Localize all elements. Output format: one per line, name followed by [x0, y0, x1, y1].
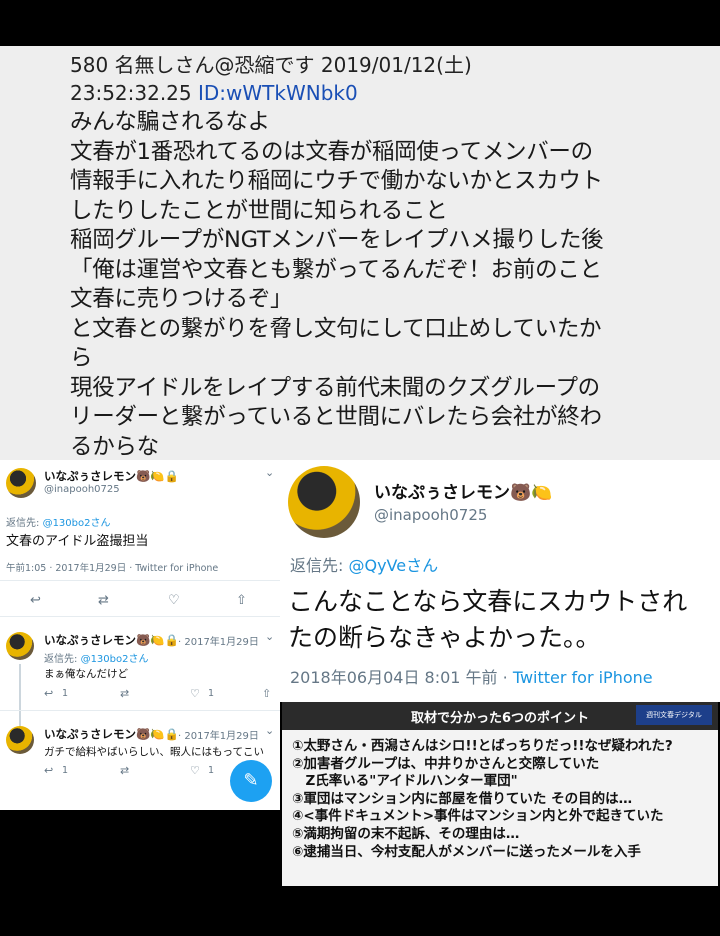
post-header-line: 580 名無しさん@恐縮です 2019/01/12(土) — [70, 53, 472, 77]
news-image: 取材で分かった6つのポイント 週刊文春デジタル ①太野さん・西潟さんはシロ!!と… — [282, 702, 718, 886]
user-name[interactable]: いなぷぅさレモン🐻🍋 — [374, 478, 552, 503]
divider — [0, 580, 280, 581]
tweet-text-line: こんなことなら文春にスカウトされ — [288, 587, 688, 616]
reply-to: 返信先: @130bo2さん — [6, 514, 110, 529]
news-banner: 取材で分かった6つのポイント 週刊文春デジタル — [282, 702, 718, 730]
tweet-date: · 2017年1月29日 — [178, 637, 259, 648]
reply-to-link[interactable]: @130bo2さん — [81, 654, 149, 665]
share-icon[interactable]: ⇧ — [262, 687, 271, 700]
avatar[interactable] — [6, 468, 36, 498]
post-header: 580 名無しさん@恐縮です 2019/01/12(土) 23:52:32.25… — [70, 51, 710, 107]
news-point: Z氏率いる"アイドルハンター軍団" — [292, 773, 518, 790]
reply-label: 返信先: — [6, 518, 43, 529]
user-name[interactable]: いなぷぅさレモン🐻🍋🔒 — [44, 632, 179, 648]
avatar[interactable] — [6, 632, 34, 660]
news-point: ④<事件ドキュメント>事件はマンション内と外で起きていた — [292, 808, 664, 825]
reply-label: 返信先: — [44, 654, 81, 665]
news-points: ①太野さん・西潟さんはシロ!!とばっちりだっ!!なぜ疑われた? ②加害者グループ… — [292, 738, 673, 861]
post-line: 現役アイドルをレイプする前代未聞のクズグループの — [70, 374, 600, 401]
chevron-down-icon[interactable]: ⌄ — [265, 630, 274, 643]
like-icon[interactable]: ♡ — [190, 764, 200, 777]
divider — [0, 616, 280, 617]
tweet-meta: 2018年06月04日 8:01 午前 · Twitter for iPhone — [290, 664, 653, 688]
thread-line — [19, 664, 21, 728]
reply-to-link[interactable]: @QyVeさん — [348, 556, 438, 575]
compose-button[interactable]: ✎ — [230, 760, 272, 802]
like-icon[interactable]: ♡ — [190, 687, 200, 700]
news-point: ⑤満期拘留の末不起訴、その理由は… — [292, 825, 520, 842]
tweet-date: · 2017年1月29日 — [178, 731, 259, 742]
share-icon[interactable]: ⇧ — [236, 593, 247, 608]
avatar[interactable] — [288, 466, 360, 538]
compose-icon: ✎ — [243, 770, 259, 791]
chevron-down-icon[interactable]: ⌄ — [265, 724, 274, 737]
post-line: みんな騙されるなよ — [70, 109, 270, 135]
post-line: 文春が1番恐れてるのは文春が稲岡使ってメンバーの — [70, 138, 593, 165]
post-line: 文春に売りつけるぞ」 — [70, 286, 293, 312]
news-point: ①太野さん・西潟さんはシロ!!とばっちりだっ!!なぜ疑われた? — [292, 738, 673, 754]
retweet-icon[interactable]: ⇄ — [120, 764, 129, 777]
post-time: 23:52:32.25 — [70, 81, 192, 105]
like-icon[interactable]: ♡ — [168, 593, 180, 608]
tweet-text-line-2: たの断らなきゃよかった。。 — [288, 623, 601, 652]
tweet-detail-panel: いなぷぅさレモン🐻🍋 @inapooh0725 返信先: @QyVeさん こんな… — [280, 460, 720, 702]
like-count: 1 — [208, 688, 215, 699]
reply-count: 1 — [62, 688, 69, 699]
reply-icon[interactable]: ↩ — [44, 764, 53, 777]
news-logo: 週刊文春デジタル — [636, 705, 712, 725]
avatar[interactable] — [6, 726, 34, 754]
reply-label: 返信先: — [290, 556, 349, 575]
post-body: みんな騙されるなよ 文春が1番恐れてるのは文春が稲岡使ってメンバーの 情報手に入… — [70, 108, 710, 462]
user-name[interactable]: いなぷぅさレモン🐻🍋🔒 — [44, 726, 179, 742]
tweet-text: ガチで給料やばいらしい、暇人にはもってこい — [44, 746, 264, 758]
post-line: リーダーと繋がっていると世間にバレたら会社が終わ — [70, 404, 602, 430]
reply-to: 返信先: @QyVeさん — [290, 552, 438, 576]
tweet-thread-panel: いなぷぅさレモン🐻🍋🔒 @inapooh0725 ⌄ 返信先: @130bo2さ… — [0, 460, 280, 810]
retweet-icon[interactable]: ⇄ — [120, 687, 129, 700]
tweet-source[interactable]: Twitter for iPhone — [513, 668, 653, 687]
tweet-text: まぁ俺なんだけど — [44, 668, 128, 680]
post-line: ら — [70, 345, 93, 371]
tweet-meta: 午前1:05 · 2017年1月29日 · Twitter for iPhone — [6, 563, 219, 574]
like-count: 1 — [208, 765, 215, 776]
news-point: ②加害者グループは、中井りかさんと交際していた — [292, 755, 600, 772]
forum-post: 580 名無しさん@恐縮です 2019/01/12(土) 23:52:32.25… — [0, 46, 720, 460]
retweet-icon[interactable]: ⇄ — [98, 593, 109, 608]
post-line: 稲岡グループがNGTメンバーをレイプハメ撮りした後 — [70, 227, 604, 253]
tweet-text: 文春のアイドル盗撮担当 — [6, 534, 149, 549]
post-line: るからな — [70, 433, 159, 460]
user-handle[interactable]: @inapooh0725 — [374, 506, 487, 524]
chevron-down-icon[interactable]: ⌄ — [265, 466, 274, 479]
post-line: と文春との繋がりを脅し文句にして口止めしていたか — [70, 315, 602, 342]
post-header-line-2: 23:52:32.25 ID:wWTkWNbk0 — [70, 79, 710, 107]
post-id[interactable]: ID:wWTkWNbk0 — [198, 81, 358, 105]
tweet-date: 2018年06月04日 8:01 午前 · — [290, 668, 513, 687]
reply-icon[interactable]: ↩ — [30, 593, 41, 608]
reply-icon[interactable]: ↩ — [44, 687, 53, 700]
news-point: ⑥逮捕当日、今村支配人がメンバーに送ったメールを入手 — [292, 843, 641, 860]
news-point: ③軍団はマンション内に部屋を借りていた その目的は… — [292, 790, 633, 807]
post-line: したりしたことが世間に知られること — [70, 197, 448, 224]
post-line: 情報手に入れたり稲岡にウチで働かないかとスカウト — [70, 168, 603, 194]
post-line: 「俺は運営や文春とも繋がってるんだぞ！お前のこと — [70, 256, 602, 283]
reply-count: 1 — [62, 765, 69, 776]
user-name[interactable]: いなぷぅさレモン🐻🍋🔒 — [44, 468, 179, 484]
user-handle[interactable]: @inapooh0725 — [44, 484, 120, 495]
divider — [0, 710, 280, 711]
reply-to-link[interactable]: @130bo2さん — [43, 518, 111, 529]
reply-to: 返信先: @130bo2さん — [44, 650, 148, 665]
